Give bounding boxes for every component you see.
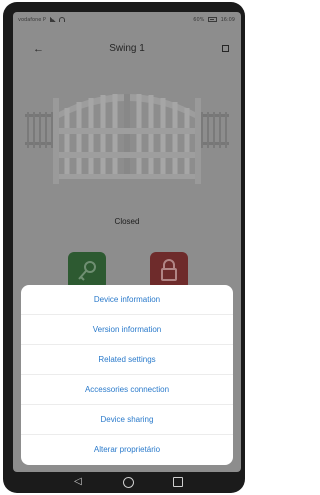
nav-recents-icon[interactable]	[173, 477, 183, 487]
menu-item-accessories-connection[interactable]: Accessories connection	[21, 375, 233, 405]
gate-illustration	[25, 94, 229, 184]
app-bar: ← Swing 1	[13, 40, 241, 60]
signal-icon	[49, 17, 56, 22]
clock: 16:09	[220, 17, 235, 23]
menu-item-change-owner[interactable]: Alterar proprietário	[21, 435, 233, 465]
menu-item-device-information[interactable]: Device information	[21, 285, 233, 315]
nav-home-icon[interactable]	[123, 477, 134, 488]
menu-item-related-settings[interactable]: Related settings	[21, 345, 233, 375]
gate-status: Closed	[114, 217, 140, 226]
status-bar: vodafone P 60% 16:09	[13, 12, 241, 28]
app-screen: vodafone P 60% 16:09 ← Swing 1 Closed De…	[13, 12, 241, 472]
fullscreen-icon[interactable]	[222, 45, 229, 52]
menu-item-version-information[interactable]: Version information	[21, 315, 233, 345]
battery-icon	[207, 17, 217, 22]
system-nav-bar: ◁	[13, 472, 241, 494]
menu-item-device-sharing[interactable]: Device sharing	[21, 405, 233, 435]
page-title: Swing 1	[109, 43, 145, 54]
phone-frame: vodafone P 60% 16:09 ← Swing 1 Closed De…	[3, 2, 245, 493]
wifi-icon	[59, 17, 66, 22]
options-menu-sheet: Device information Version information R…	[21, 285, 233, 465]
carrier-name: vodafone P	[18, 17, 46, 23]
battery-percent: 60%	[193, 17, 205, 23]
nav-back-icon[interactable]: ◁	[74, 477, 82, 487]
